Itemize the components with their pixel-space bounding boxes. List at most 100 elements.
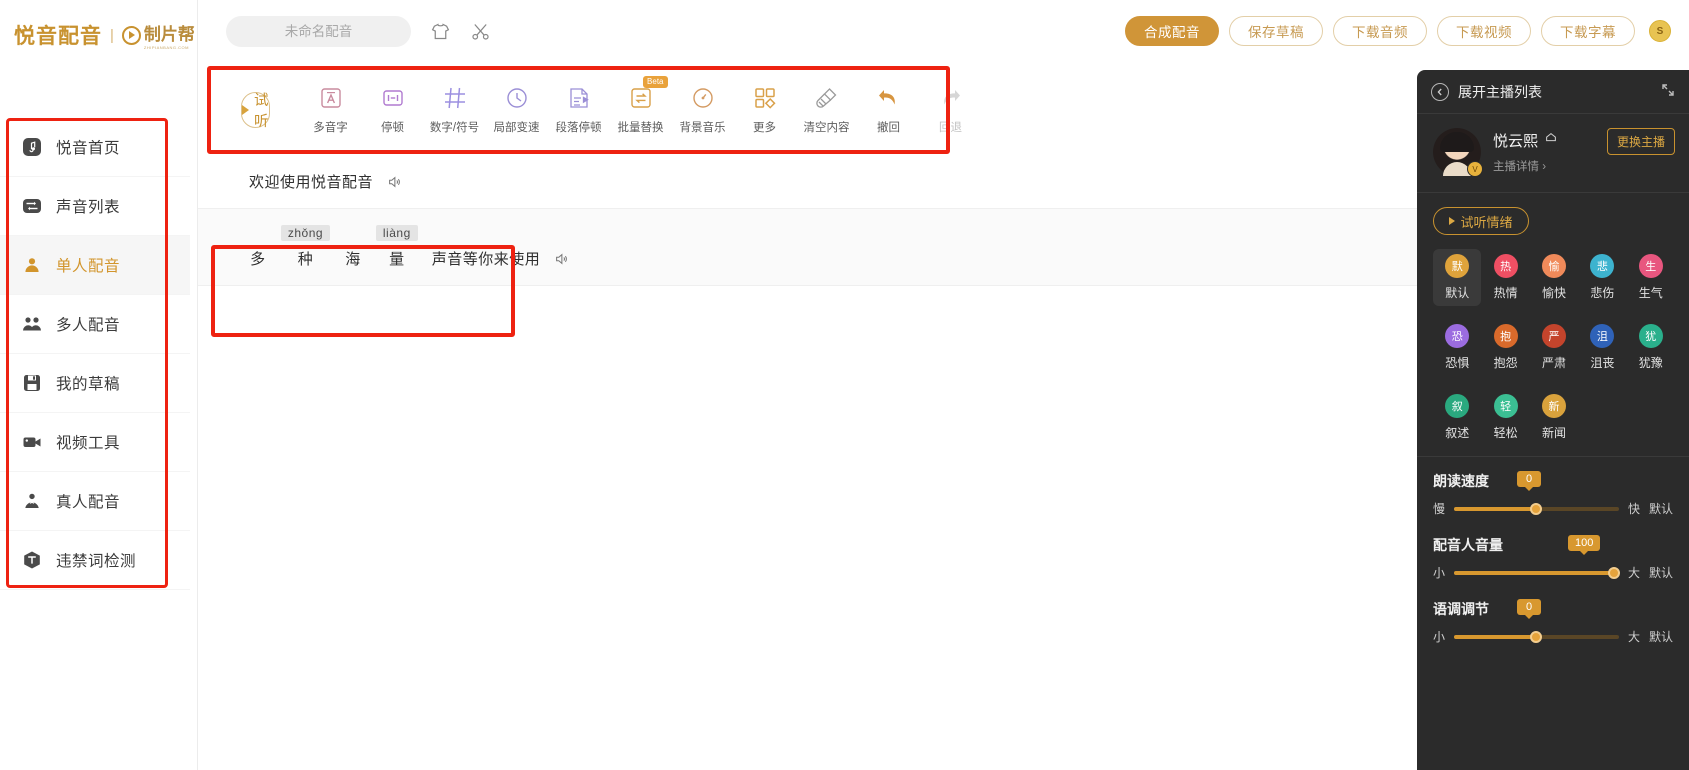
slider-block-1: 配音人音量 100 小 大默认 <box>1417 521 1689 585</box>
document-title-input[interactable] <box>226 15 411 47</box>
sidebar-item-3[interactable]: 多人配音 <box>0 295 190 354</box>
sidebar-item-6[interactable]: 真人配音 <box>0 472 190 531</box>
emotion-glyph: 轻 <box>1493 394 1518 418</box>
emotion-11[interactable]: 轻轻松 <box>1481 389 1529 446</box>
sidebar-item-7[interactable]: 违禁词检测 <box>0 531 190 590</box>
slider-title: 配音人音量 <box>1433 537 1503 553</box>
brand-logo[interactable]: 悦音配音 | 制片帮 ZHIPIANBANG.COM <box>0 0 197 70</box>
sidebar-item-0[interactable]: 悦音首页 <box>0 118 190 177</box>
sidebar-nav: 悦音首页 声音列表 单人配音 多人配音我的草稿视频工具 真人配音 违禁词检测 <box>0 118 190 590</box>
undo-icon <box>876 85 901 111</box>
emotion-3[interactable]: 悲悲伤 <box>1578 249 1626 306</box>
collapse-icon[interactable] <box>1661 83 1675 100</box>
partner-subtitle: ZHIPIANBANG.COM <box>143 45 189 50</box>
emotion-8[interactable]: 沮沮丧 <box>1578 319 1626 376</box>
emotion-9[interactable]: 犹犹豫 <box>1627 319 1675 376</box>
tool-label: 多音字 <box>313 122 348 134</box>
slider-head: 配音人音量 100 <box>1433 535 1673 555</box>
tool-more-grid[interactable]: 更多 <box>734 85 796 135</box>
hanzi-char: 多 <box>250 251 266 268</box>
emotion-label: 愉快 <box>1541 286 1566 300</box>
slider-knob[interactable] <box>1530 502 1543 515</box>
slider-default-button[interactable]: 默认 <box>1649 628 1673 645</box>
emotion-label: 热情 <box>1493 286 1518 300</box>
batch-replace-icon <box>629 85 653 111</box>
avatar-hair <box>1440 132 1474 152</box>
tool-label: 数字/符号 <box>429 122 480 134</box>
emotion-10[interactable]: 叙叙述 <box>1433 389 1481 446</box>
topbar-button-1[interactable]: 保存草稿 <box>1229 16 1323 46</box>
text-editor[interactable]: 欢迎使用悦音配音 多 zhǒng 种 海 liàng 量 声音等你来使用 <box>198 155 1417 770</box>
hanzi-char: 量 <box>389 251 405 268</box>
slider-min-label: 小 <box>1433 566 1446 580</box>
sidebar-item-label: 我的草稿 <box>56 376 121 393</box>
emotion-6[interactable]: 抱抱怨 <box>1481 319 1529 376</box>
slider-min-label: 小 <box>1433 630 1446 644</box>
emotion-5[interactable]: 恐恐惧 <box>1433 319 1481 376</box>
number-symbol-icon <box>442 85 468 111</box>
tool-pause[interactable]: 停顿 <box>362 85 424 135</box>
speaker-icon[interactable] <box>554 252 568 269</box>
emotion-0[interactable]: 默默认 <box>1433 249 1482 306</box>
speaker-name: 悦云熙 <box>1493 133 1539 150</box>
emotion-glyph: 犹 <box>1638 324 1663 348</box>
sidebar-item-2[interactable]: 单人配音 <box>0 236 190 295</box>
slider-knob[interactable] <box>1530 630 1543 643</box>
tool-undo[interactable]: 撤回 <box>858 85 920 135</box>
sidebar-item-4[interactable]: 我的草稿 <box>0 354 190 413</box>
emotion-preview-button[interactable]: 试听情绪 <box>1433 207 1529 235</box>
emotion-glyph: 热 <box>1493 254 1518 278</box>
coin-icon[interactable]: S <box>1649 20 1671 42</box>
sidebar-item-5[interactable]: 视频工具 <box>0 413 190 472</box>
slider-knob[interactable] <box>1608 566 1621 579</box>
emotion-section: 试听情绪 默默认热热情愉愉快悲悲伤生生气恐恐惧抱抱怨严严肃沮沮丧犹犹豫叙叙述轻轻… <box>1417 193 1689 457</box>
pinyin-word[interactable]: liàng 量 <box>375 225 418 269</box>
speaker-icon[interactable] <box>387 175 401 192</box>
tool-background-music[interactable]: 背景音乐 <box>672 85 734 135</box>
single-person-icon <box>22 255 42 275</box>
tool-local-speed[interactable]: 局部变速 <box>486 85 548 135</box>
slider-min-label: 慢 <box>1433 502 1446 516</box>
paragraph-pause-icon <box>567 85 591 111</box>
tool-number-symbol[interactable]: 数字/符号 <box>424 85 486 135</box>
tshirt-icon[interactable] <box>429 20 451 42</box>
editor-paragraph[interactable]: 多 zhǒng 种 海 liàng 量 声音等你来使用 <box>198 209 1417 286</box>
emotion-label: 抱怨 <box>1493 356 1518 370</box>
topbar-button-2[interactable]: 下载音频 <box>1333 16 1427 46</box>
tool-polyphone[interactable]: 多音字 <box>300 85 362 135</box>
slider-track[interactable] <box>1454 566 1621 579</box>
crown-icon <box>1544 131 1558 150</box>
sidebar-item-1[interactable]: 声音列表 <box>0 177 190 236</box>
topbar-button-3[interactable]: 下载视频 <box>1437 16 1531 46</box>
slider-default-button[interactable]: 默认 <box>1649 564 1673 581</box>
emotion-1[interactable]: 热热情 <box>1481 249 1529 306</box>
change-speaker-button[interactable]: 更换主播 <box>1606 128 1675 155</box>
slider-track[interactable] <box>1454 502 1619 515</box>
emotion-label: 叙述 <box>1445 426 1470 440</box>
music-note-icon <box>22 137 42 157</box>
scissors-icon[interactable] <box>469 20 491 42</box>
speaker-detail-link[interactable]: 主播详情 › <box>1493 158 1595 174</box>
slider-default-button[interactable]: 默认 <box>1649 500 1673 517</box>
tool-batch-replace[interactable]: Beta 批量替换 <box>610 76 672 135</box>
tool-clear-broom[interactable]: 清空内容 <box>796 85 858 135</box>
pinyin-word[interactable]: 海 <box>344 225 362 269</box>
speaker-info: 悦云熙 主播详情 › <box>1493 130 1595 174</box>
tool-paragraph-pause[interactable]: 段落停顿 <box>548 85 610 135</box>
slider-title: 语调调节 <box>1433 601 1489 617</box>
topbar-button-0[interactable]: 合成配音 <box>1125 16 1219 46</box>
pinyin-word[interactable]: zhǒng 种 <box>280 225 331 269</box>
chevron-left-icon[interactable] <box>1431 82 1449 101</box>
preview-audition-button[interactable]: 试听 <box>241 92 270 130</box>
emotion-2[interactable]: 愉愉快 <box>1530 249 1578 306</box>
slider-row: 小 大默认 <box>1433 564 1673 581</box>
pinyin-word[interactable]: 多 <box>249 225 267 269</box>
avatar[interactable]: V <box>1433 128 1483 177</box>
emotion-7[interactable]: 严严肃 <box>1530 319 1578 376</box>
slider-track[interactable] <box>1454 630 1619 643</box>
emotion-12[interactable]: 新新闻 <box>1530 389 1578 446</box>
topbar-button-4[interactable]: 下载字幕 <box>1541 16 1635 46</box>
editor-paragraph[interactable]: 欢迎使用悦音配音 <box>198 155 1417 209</box>
redo-icon <box>938 85 963 111</box>
emotion-4[interactable]: 生生气 <box>1627 249 1675 306</box>
